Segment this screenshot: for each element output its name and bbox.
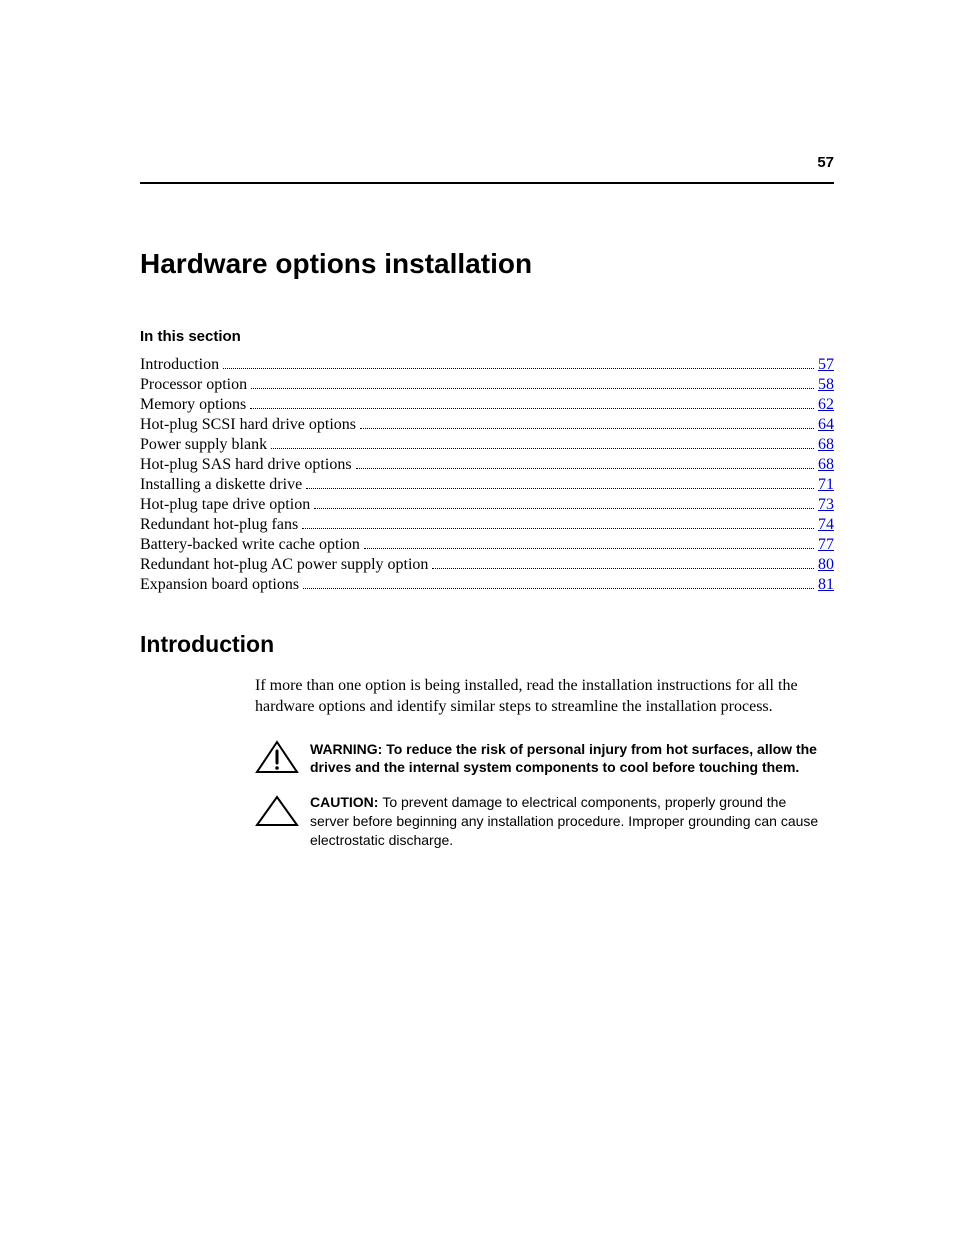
header-rule — [140, 182, 834, 184]
toc-item: Redundant hot-plug fans 74 — [140, 515, 834, 535]
toc-page-link[interactable]: 68 — [818, 455, 834, 475]
toc-leader-dots — [360, 418, 814, 429]
warning-label: WARNING: — [310, 741, 386, 757]
toc-leader-dots — [271, 438, 814, 449]
toc-item: Expansion board options 81 — [140, 575, 834, 595]
toc-label: Hot-plug tape drive option — [140, 495, 310, 515]
toc-page-link[interactable]: 74 — [818, 515, 834, 535]
toc-label: Installing a diskette drive — [140, 475, 302, 495]
in-this-section-heading: In this section — [140, 328, 834, 345]
toc-page-link[interactable]: 58 — [818, 375, 834, 395]
toc-label: Processor option — [140, 375, 247, 395]
caution-notice: CAUTION: To prevent damage to electrical… — [310, 793, 826, 850]
toc-leader-dots — [432, 558, 814, 569]
toc-leader-dots — [356, 458, 814, 469]
intro-paragraph: If more than one option is being install… — [255, 676, 826, 718]
toc-item: Memory options 62 — [140, 395, 834, 415]
toc-label: Expansion board options — [140, 575, 299, 595]
caution-text: To prevent damage to electrical componen… — [310, 794, 818, 848]
toc-label: Power supply blank — [140, 435, 267, 455]
toc-page-link[interactable]: 77 — [818, 535, 834, 555]
warning-text: To reduce the risk of personal injury fr… — [310, 741, 817, 776]
toc-page-link[interactable]: 73 — [818, 495, 834, 515]
toc-page-link[interactable]: 71 — [818, 475, 834, 495]
caution-icon — [255, 793, 303, 827]
toc-item: Introduction 57 — [140, 355, 834, 375]
toc-page-link[interactable]: 68 — [818, 435, 834, 455]
section-title: Introduction — [140, 631, 834, 658]
toc-leader-dots — [303, 578, 814, 589]
toc-label: Battery-backed write cache option — [140, 535, 360, 555]
toc-label: Redundant hot-plug fans — [140, 515, 298, 535]
toc-item: Installing a diskette drive 71 — [140, 475, 834, 495]
toc-label: Hot-plug SCSI hard drive options — [140, 415, 356, 435]
chapter-title: Hardware options installation — [140, 248, 834, 280]
page-number: 57 — [817, 154, 834, 171]
toc-page-link[interactable]: 64 — [818, 415, 834, 435]
toc-item: Hot-plug SCSI hard drive options 64 — [140, 415, 834, 435]
toc-item: Redundant hot-plug AC power supply optio… — [140, 555, 834, 575]
toc-page-link[interactable]: 62 — [818, 395, 834, 415]
warning-icon — [255, 740, 303, 774]
toc-leader-dots — [250, 398, 814, 409]
toc-label: Memory options — [140, 395, 246, 415]
warning-notice: WARNING: To reduce the risk of personal … — [310, 740, 826, 778]
toc-leader-dots — [223, 358, 814, 369]
document-page: 57 Hardware options installation In this… — [0, 0, 954, 1235]
section-body: If more than one option is being install… — [255, 676, 826, 850]
toc-item: Processor option 58 — [140, 375, 834, 395]
toc-leader-dots — [302, 518, 814, 529]
toc-page-link[interactable]: 80 — [818, 555, 834, 575]
toc-page-link[interactable]: 81 — [818, 575, 834, 595]
toc-item: Hot-plug tape drive option 73 — [140, 495, 834, 515]
toc-leader-dots — [314, 498, 814, 509]
toc-page-link[interactable]: 57 — [818, 355, 834, 375]
toc-label: Hot-plug SAS hard drive options — [140, 455, 352, 475]
toc-list: Introduction 57 Processor option 58 Memo… — [140, 355, 834, 595]
toc-leader-dots — [364, 538, 814, 549]
toc-item: Hot-plug SAS hard drive options 68 — [140, 455, 834, 475]
caution-label: CAUTION: — [310, 794, 382, 810]
toc-leader-dots — [251, 378, 814, 389]
toc-item: Battery-backed write cache option 77 — [140, 535, 834, 555]
toc-label: Redundant hot-plug AC power supply optio… — [140, 555, 428, 575]
toc-leader-dots — [306, 478, 814, 489]
toc-item: Power supply blank 68 — [140, 435, 834, 455]
toc-label: Introduction — [140, 355, 219, 375]
